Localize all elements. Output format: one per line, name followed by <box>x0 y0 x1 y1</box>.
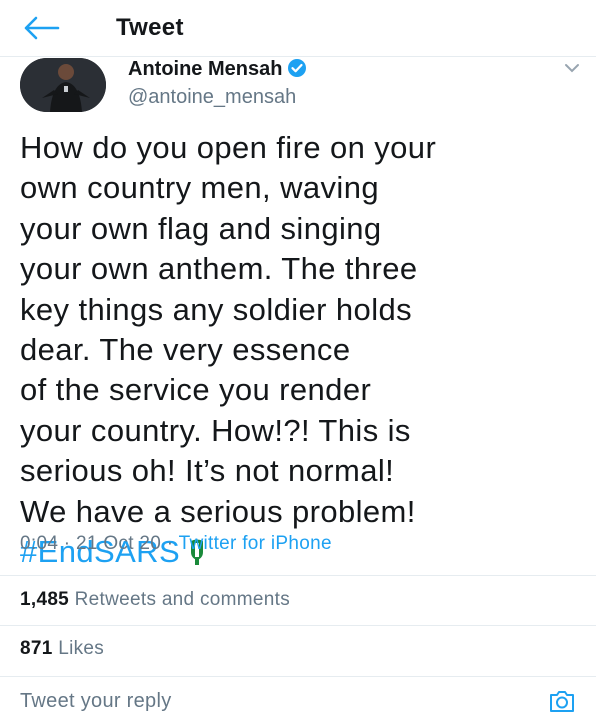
likes-label: Likes <box>58 638 105 659</box>
tweet-line: your country. How!?! This is <box>20 412 411 448</box>
meta-separator: · <box>166 533 174 554</box>
chevron-down-icon[interactable] <box>564 60 580 76</box>
top-bar: Tweet <box>0 0 596 57</box>
avatar[interactable] <box>20 58 106 112</box>
tweet-line: dear. The very essence <box>20 332 351 368</box>
tweet-line: own country men, waving <box>20 170 379 206</box>
arrow-left-icon[interactable] <box>22 12 62 44</box>
display-name[interactable]: Antoine Mensah <box>128 58 282 80</box>
tweet-line: We have a serious problem! <box>20 493 416 529</box>
tweet-line: key things any soldier holds <box>20 291 413 327</box>
likes-stat[interactable]: 871 Likes <box>20 638 104 660</box>
tweet-line: your own anthem. The three <box>20 251 418 287</box>
divider <box>0 676 596 677</box>
meta-separator: · <box>63 533 71 554</box>
tweet-line: How do you open fire on your <box>20 130 437 165</box>
author-name-row: Antoine Mensah <box>128 58 307 84</box>
tweet-source-link[interactable]: Twitter for iPhone <box>179 533 332 554</box>
tweet-metadata: 0:04 · 21 Oct 20 · Twitter for iPhone <box>20 533 332 555</box>
tweet-line: of the service you render <box>20 372 372 408</box>
tweet-time: 0:04 <box>20 533 59 554</box>
divider <box>0 625 596 626</box>
divider <box>0 575 596 576</box>
tweet-text: How do you open fire on your own country… <box>20 128 590 572</box>
retweets-label: Retweets and comments <box>74 589 291 610</box>
tweet-date: 21 Oct 20 <box>76 533 162 554</box>
verified-badge-icon <box>287 58 307 78</box>
camera-icon[interactable] <box>548 688 576 714</box>
page-title: Tweet <box>116 14 184 41</box>
author-handle[interactable]: @antoine_mensah <box>128 86 296 109</box>
tweet-line: your own flag and singing <box>20 210 382 246</box>
tweet-line: serious oh! It’s not normal! <box>20 453 395 489</box>
retweets-stat[interactable]: 1,485 Retweets and comments <box>20 589 290 611</box>
retweets-count: 1,485 <box>20 589 70 610</box>
likes-count: 871 <box>20 638 53 659</box>
reply-input[interactable]: Tweet your reply <box>20 690 172 713</box>
